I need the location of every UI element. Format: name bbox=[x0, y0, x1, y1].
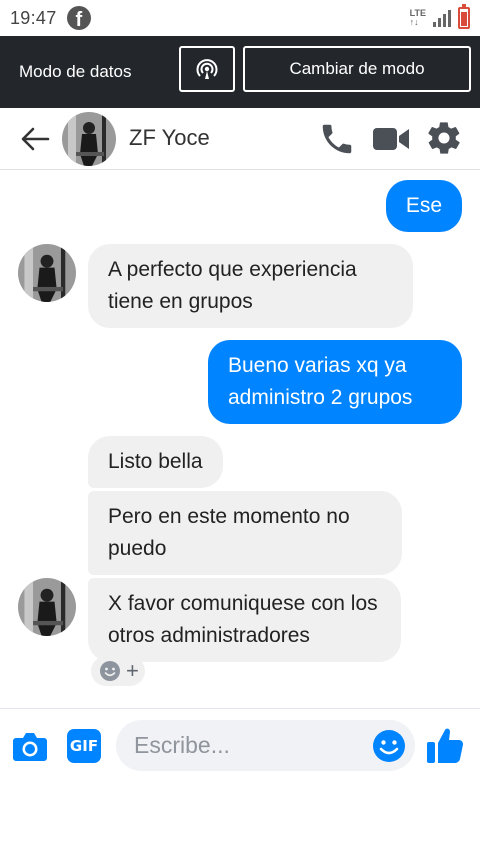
message-composer: GIF bbox=[0, 708, 480, 782]
hotspot-button[interactable] bbox=[179, 46, 235, 92]
message-bubble-incoming[interactable]: A perfecto que experiencia tiene en grup… bbox=[88, 244, 413, 328]
sender-avatar[interactable] bbox=[18, 578, 76, 636]
video-camera-icon[interactable] bbox=[371, 122, 411, 156]
status-time: 19:47 bbox=[10, 7, 57, 28]
gear-icon[interactable] bbox=[425, 119, 463, 157]
thumbs-up-icon[interactable] bbox=[426, 725, 464, 765]
message-bubble-incoming[interactable]: X favor comuniquese con los otros admini… bbox=[88, 578, 401, 662]
smiley-icon bbox=[100, 661, 120, 681]
battery-icon bbox=[458, 4, 470, 29]
add-reaction-button[interactable]: + bbox=[91, 656, 145, 686]
message-bubble-outgoing[interactable]: Bueno varias xq ya administro 2 grupos bbox=[208, 340, 462, 424]
status-indicators: LTE ↑↓ bbox=[409, 4, 470, 29]
contact-avatar[interactable] bbox=[62, 112, 116, 166]
message-bubble-outgoing[interactable]: Ese bbox=[385, 180, 462, 232]
camera-icon[interactable] bbox=[12, 729, 48, 763]
message-bubble-incoming[interactable]: Pero en este momento no puedo bbox=[88, 491, 402, 575]
sender-avatar[interactable] bbox=[18, 244, 76, 302]
arrow-left-icon[interactable] bbox=[18, 122, 52, 156]
status-bar: 19:47 f LTE ↑↓ bbox=[0, 0, 480, 36]
network-type: LTE ↑↓ bbox=[409, 8, 426, 27]
switch-mode-button[interactable]: Cambiar de modo bbox=[243, 46, 471, 92]
facebook-icon: f bbox=[66, 6, 91, 30]
message-bubble-incoming[interactable]: Listo bella bbox=[88, 436, 223, 488]
phone-icon[interactable] bbox=[318, 120, 356, 158]
signal-icon bbox=[433, 10, 451, 27]
plus-icon: + bbox=[126, 658, 139, 683]
contact-name[interactable]: ZF Yoce bbox=[129, 125, 210, 151]
smiley-icon[interactable] bbox=[371, 728, 407, 764]
data-mode-label: Modo de datos bbox=[19, 62, 132, 81]
chat-header: ZF Yoce bbox=[0, 108, 480, 170]
hotspot-icon bbox=[196, 59, 218, 79]
message-list[interactable]: Ese A perfecto que experiencia tiene en … bbox=[0, 170, 480, 708]
gif-button[interactable]: GIF bbox=[67, 729, 101, 763]
data-mode-banner: Modo de datos Cambiar de modo bbox=[0, 36, 480, 108]
